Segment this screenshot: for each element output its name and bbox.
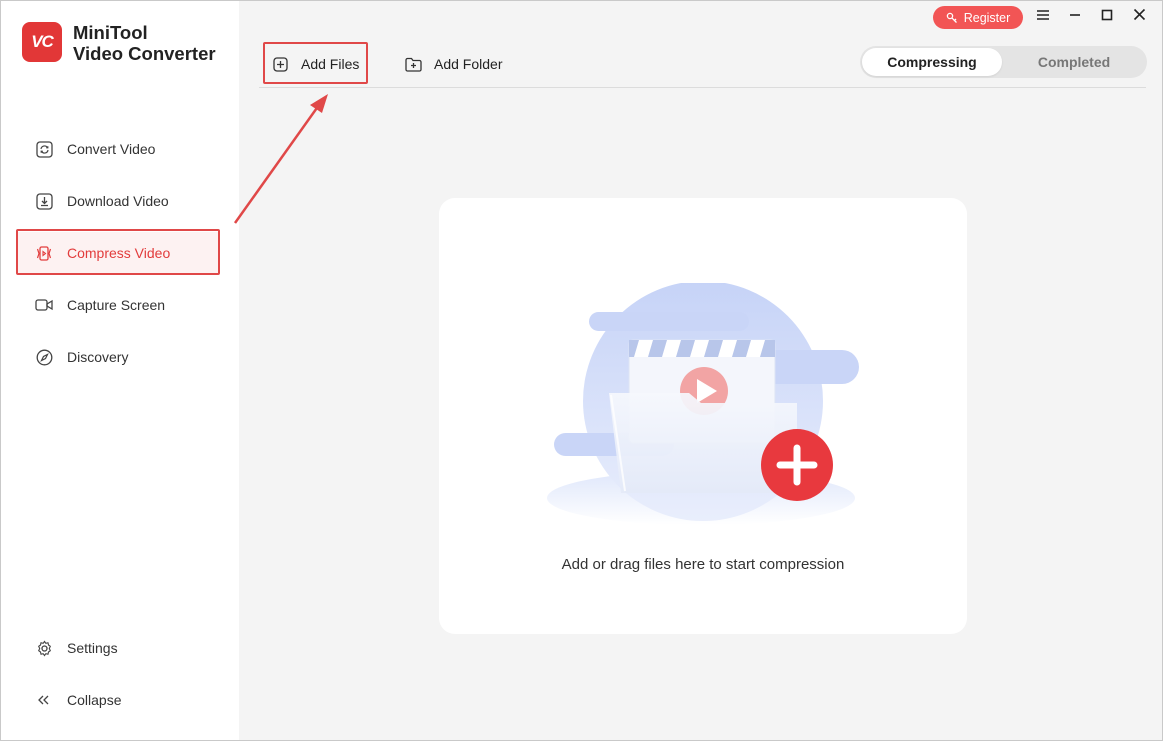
folder-video-illustration <box>539 281 869 548</box>
sidebar-item-label: Capture Screen <box>67 297 166 313</box>
collapse-label: Collapse <box>67 692 122 708</box>
status-tabs: Compressing Completed <box>860 46 1147 78</box>
sidebar-item-label: Compress Video <box>67 245 171 261</box>
maximize-button[interactable] <box>1097 7 1117 27</box>
settings-label: Settings <box>67 640 118 656</box>
drop-hint: Add or drag files here to start compress… <box>561 556 845 573</box>
compass-icon <box>35 348 53 366</box>
sidebar-item-capture-screen[interactable]: Capture Screen <box>18 284 218 326</box>
toolbar-divider <box>259 87 1146 88</box>
convert-icon <box>35 140 53 158</box>
app-title-line1: MiniTool <box>73 22 148 43</box>
close-icon <box>1133 8 1146 26</box>
app-title: MiniTool Video Converter <box>73 22 216 64</box>
app-window: VC MiniTool Video Converter Convert Vide… <box>0 0 1163 741</box>
drop-zone[interactable]: Add or drag files here to start compress… <box>439 198 967 634</box>
hamburger-icon <box>1036 8 1050 26</box>
double-chevron-left-icon <box>35 691 53 709</box>
tab-completed[interactable]: Completed <box>1004 48 1144 76</box>
sidebar-item-label: Discovery <box>67 349 129 365</box>
key-icon <box>946 12 958 24</box>
compress-icon <box>35 244 53 262</box>
register-label: Register <box>963 10 1011 25</box>
app-title-line2: Video Converter <box>73 43 216 64</box>
collapse-button[interactable]: Collapse <box>18 680 218 720</box>
sidebar-item-label: Convert Video <box>67 141 156 157</box>
minimize-icon <box>1069 8 1081 26</box>
tab-compressing[interactable]: Compressing <box>862 48 1002 76</box>
sidebar-item-discovery[interactable]: Discovery <box>18 336 218 378</box>
close-button[interactable] <box>1129 7 1149 27</box>
maximize-icon <box>1101 8 1113 26</box>
folder-plus-icon <box>405 56 422 72</box>
register-button[interactable]: Register <box>933 6 1023 29</box>
camera-icon <box>35 296 53 314</box>
gear-icon <box>35 639 53 657</box>
sidebar-item-compress-video[interactable]: Compress Video <box>18 232 218 274</box>
add-files-button[interactable]: Add Files <box>273 46 359 82</box>
add-files-label: Add Files <box>301 56 360 72</box>
sidebar-item-label: Download Video <box>67 193 169 209</box>
sidebar: VC MiniTool Video Converter Convert Vide… <box>1 1 239 740</box>
add-folder-button[interactable]: Add Folder <box>405 46 502 82</box>
plus-square-icon <box>273 56 289 72</box>
add-folder-label: Add Folder <box>434 56 503 72</box>
sidebar-item-download-video[interactable]: Download Video <box>18 180 218 222</box>
sidebar-item-convert-video[interactable]: Convert Video <box>18 128 218 170</box>
download-icon <box>35 192 53 210</box>
settings-button[interactable]: Settings <box>18 628 218 668</box>
minimize-button[interactable] <box>1065 7 1085 27</box>
menu-button[interactable] <box>1033 7 1053 27</box>
app-logo: VC <box>22 22 62 62</box>
